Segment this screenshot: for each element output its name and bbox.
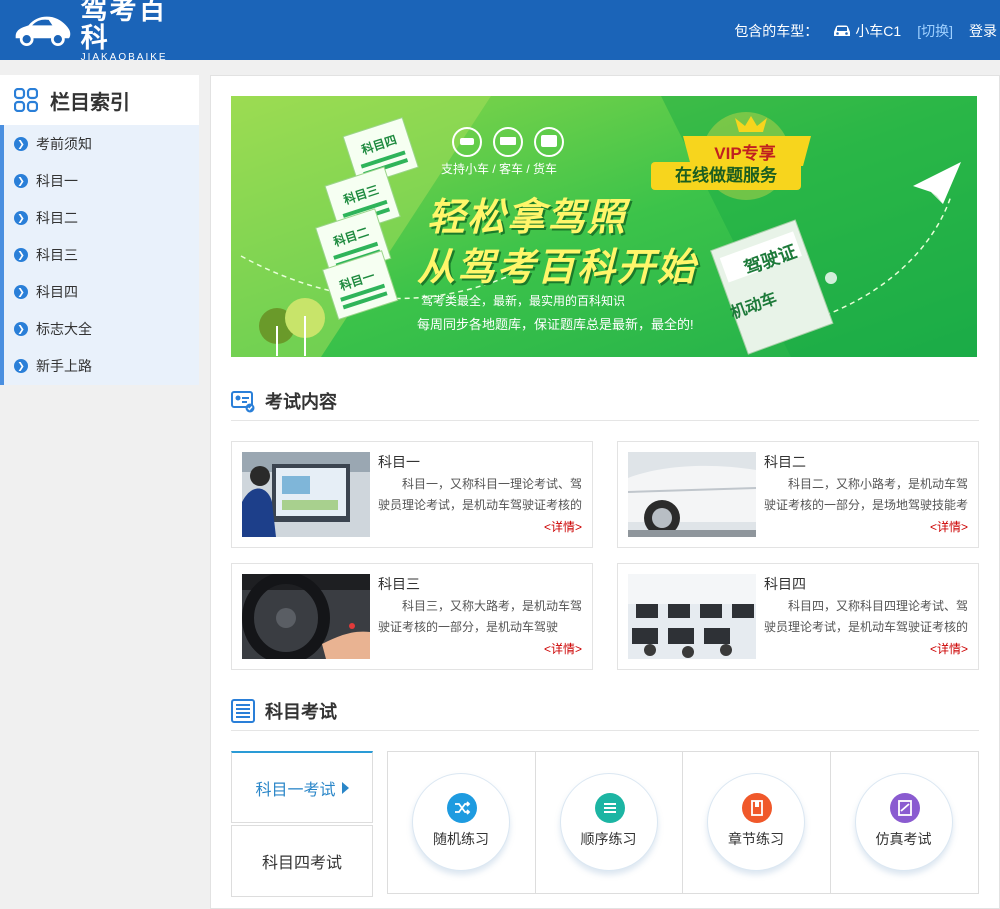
tab-label: 科目一考试 bbox=[255, 781, 336, 799]
card-title: 科目二 bbox=[764, 454, 806, 470]
section-title: 科目考试 bbox=[265, 701, 337, 722]
exam-card-subject1[interactable]: 科目一 科目一，又称科目一理论考试、驾驶员理论考试，是机动车驾驶证考核的 <详情… bbox=[231, 441, 593, 548]
practice-mock-exam[interactable]: 仿真考试 bbox=[831, 752, 979, 893]
details-link[interactable]: <详情> bbox=[544, 640, 582, 657]
switch-car-type-link[interactable]: [切换] bbox=[917, 21, 953, 41]
exam-card-subject2[interactable]: 科目二 科目二，又称小路考，是机动车驾驶证考核的一部分，是场地驾驶技能考 <详情… bbox=[617, 441, 979, 548]
site-logo[interactable]: 驾考百科 JIAKAOBAIKE bbox=[12, 0, 187, 63]
car-logo-icon bbox=[15, 16, 71, 47]
chevron-right-icon: ❯ bbox=[14, 247, 28, 262]
banner-headline-2: 从驾考百科开始 bbox=[417, 247, 698, 289]
banner-desc-2: 每周同步各地题库，保证题库总是最新，最全的! bbox=[417, 317, 694, 332]
shuffle-icon bbox=[447, 793, 477, 823]
exam-photo bbox=[242, 452, 370, 537]
login-link[interactable]: 登录 bbox=[969, 21, 997, 41]
exam-content-header: 考试内容 bbox=[231, 381, 979, 421]
book-icon bbox=[742, 793, 772, 823]
card-description: 科目四，又称科目四理论考试、驾驶员理论考试，是机动车驾驶证考核的 bbox=[764, 599, 969, 634]
logo-subtitle: JIAKAOBAIKE bbox=[80, 52, 168, 63]
sidebar-item-label: 新手上路 bbox=[36, 357, 92, 374]
tab-label: 科目四考试 bbox=[261, 855, 342, 872]
car-icon bbox=[834, 25, 851, 36]
grid-index-icon bbox=[14, 88, 38, 112]
details-link[interactable]: <详情> bbox=[930, 640, 968, 657]
practice-chapter[interactable]: 章节练习 bbox=[683, 752, 831, 893]
chevron-right-icon: ❯ bbox=[14, 136, 28, 151]
practice-label: 随机练习 bbox=[433, 831, 489, 847]
sidebar-header: 栏目索引 bbox=[0, 75, 199, 125]
sidebar-item-label: 科目四 bbox=[36, 283, 78, 300]
top-header: 驾考百科 JIAKAOBAIKE 包含的车型： 小车C1 [切换] 登录 bbox=[0, 0, 1000, 63]
banner-support-text: 支持小车 / 客车 / 货车 bbox=[441, 162, 558, 176]
sidebar-item-label: 考前须知 bbox=[36, 135, 92, 152]
details-link[interactable]: <详情> bbox=[930, 518, 968, 535]
online-service-badge: 在线做题服务 bbox=[651, 162, 801, 190]
tab-subject4-exam[interactable]: 科目四考试 bbox=[231, 825, 373, 897]
subject-exam-header: 科目考试 bbox=[231, 691, 979, 731]
document-list-icon bbox=[231, 698, 255, 723]
exam-paper-icon bbox=[889, 793, 920, 823]
sidebar-item-label: 科目二 bbox=[36, 209, 78, 226]
list-order-icon bbox=[594, 793, 625, 823]
sidebar: 栏目索引 ❯ 考前须知 ❯ 科目一 ❯ 科目二 ❯ 科目三 ❯ 科目四 ❯ 标志大全 ❯ 新手… bbox=[0, 75, 199, 385]
sidebar-item-subject3[interactable]: ❯ 科目三 bbox=[4, 236, 199, 273]
tab-subject1-exam[interactable]: 科目一考试 bbox=[231, 751, 373, 823]
exam-photo bbox=[628, 574, 756, 659]
sidebar-item-subject4[interactable]: ❯ 科目四 bbox=[4, 273, 199, 310]
card-title: 科目一 bbox=[378, 454, 420, 470]
sidebar-item-label: 标志大全 bbox=[36, 320, 92, 337]
chevron-right-icon: ❯ bbox=[14, 210, 28, 225]
promo-banner[interactable]: 支持小车 / 客车 / 货车 轻松拿驾照 从驾考百科开始 驾考类最全，最新，最实… bbox=[231, 96, 977, 357]
caret-right-icon bbox=[341, 781, 349, 794]
car-type-value: 小车C1 bbox=[855, 23, 902, 39]
chevron-right-icon: ❯ bbox=[14, 358, 28, 373]
chevron-right-icon: ❯ bbox=[14, 321, 28, 336]
exam-card-subject3[interactable]: 科目三 科目三，又称大路考，是机动车驾驶证考核的一部分，是机动车驾驶 <详情> bbox=[231, 563, 593, 670]
id-card-icon bbox=[231, 390, 255, 412]
sidebar-item-subject1[interactable]: ❯ 科目一 bbox=[4, 162, 199, 199]
logo-title: 驾考百科 bbox=[80, 0, 168, 53]
car-type-bar: 包含的车型： 小车C1 [切换] 登录 bbox=[734, 20, 997, 42]
details-link[interactable]: <详情> bbox=[544, 518, 582, 535]
sidebar-item-newbie[interactable]: ❯ 新手上路 bbox=[4, 347, 199, 384]
practice-button[interactable]: 章节练习 bbox=[707, 773, 805, 871]
practice-label: 顺序练习 bbox=[580, 831, 637, 847]
sidebar-item-pre-exam[interactable]: ❯ 考前须知 bbox=[4, 125, 199, 162]
section-title: 考试内容 bbox=[265, 391, 337, 412]
chevron-right-icon: ❯ bbox=[14, 284, 28, 299]
card-description: 科目二，又称小路考，是机动车驾驶证考核的一部分，是场地驾驶技能考 bbox=[764, 477, 969, 512]
practice-label: 章节练习 bbox=[728, 831, 784, 847]
sidebar-title: 栏目索引 bbox=[50, 91, 130, 114]
practice-button[interactable]: 仿真考试 bbox=[854, 773, 953, 871]
exam-photo bbox=[242, 574, 370, 659]
practice-sequential[interactable]: 顺序练习 bbox=[536, 752, 683, 893]
sidebar-item-signs[interactable]: ❯ 标志大全 bbox=[4, 310, 199, 347]
main-content: 支持小车 / 客车 / 货车 轻松拿驾照 从驾考百科开始 驾考类最全，最新，最实… bbox=[210, 75, 1000, 909]
card-description: 科目一，又称科目一理论考试、驾驶员理论考试，是机动车驾驶证考核的 bbox=[378, 477, 583, 512]
practice-button[interactable]: 顺序练习 bbox=[559, 773, 658, 871]
sidebar-item-label: 科目三 bbox=[36, 246, 78, 263]
practice-random[interactable]: 随机练习 bbox=[388, 752, 536, 893]
card-title: 科目四 bbox=[764, 576, 806, 592]
practice-label: 仿真考试 bbox=[875, 831, 932, 847]
sidebar-list: ❯ 考前须知 ❯ 科目一 ❯ 科目二 ❯ 科目三 ❯ 科目四 ❯ 标志大全 ❯ 新手上路 bbox=[0, 125, 199, 385]
banner-desc-1: 驾考类最全，最新，最实用的百科知识 bbox=[421, 294, 626, 308]
card-description: 科目三，又称大路考，是机动车驾驶证考核的一部分，是机动车驾驶 bbox=[378, 599, 583, 634]
practice-options: 随机练习 顺序练习 章节练习 仿真考试 bbox=[387, 751, 979, 894]
chevron-right-icon: ❯ bbox=[14, 173, 28, 188]
car-type-label: 包含的车型： bbox=[734, 23, 819, 39]
card-title: 科目三 bbox=[378, 576, 420, 592]
exam-photo bbox=[628, 452, 756, 537]
practice-button[interactable]: 随机练习 bbox=[412, 773, 510, 871]
banner-headline-1: 轻松拿驾照 bbox=[427, 197, 628, 239]
sidebar-item-subject2[interactable]: ❯ 科目二 bbox=[4, 199, 199, 236]
exam-card-subject4[interactable]: 科目四 科目四，又称科目四理论考试、驾驶员理论考试，是机动车驾驶证考核的 <详情… bbox=[617, 563, 979, 670]
sidebar-item-label: 科目一 bbox=[36, 172, 78, 189]
